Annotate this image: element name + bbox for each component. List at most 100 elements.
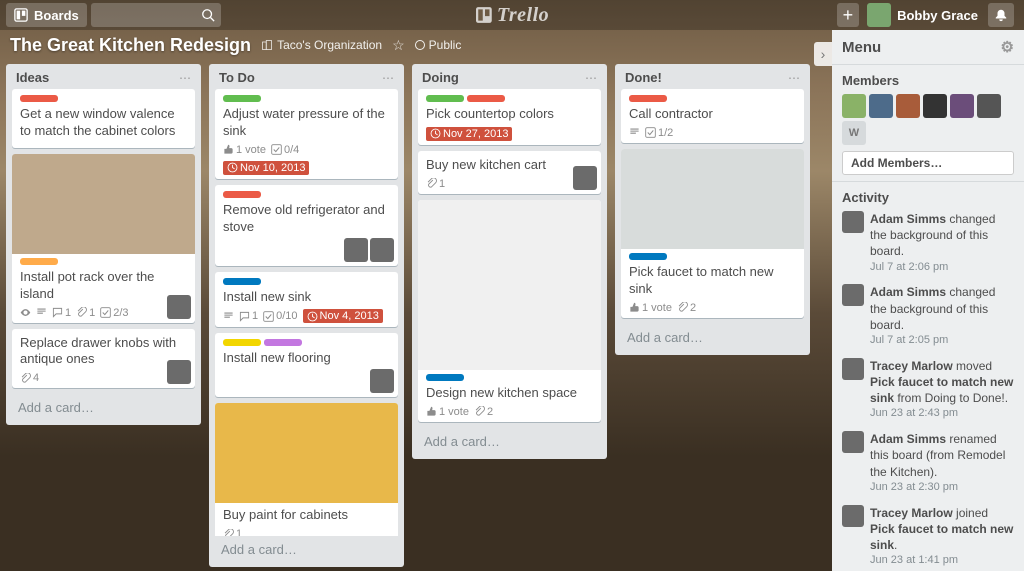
add-button[interactable]: + (837, 3, 860, 27)
card[interactable]: Buy new kitchen cart 1 (418, 151, 601, 194)
card-members (573, 166, 597, 190)
activity-time: Jul 7 at 2:05 pm (870, 333, 1014, 348)
member-avatar[interactable] (869, 94, 893, 118)
list-title[interactable]: Doing (422, 70, 459, 85)
board-org[interactable]: Taco's Organization (261, 38, 382, 52)
desc-badge (223, 311, 234, 322)
card-badges: 1/2 (629, 127, 796, 139)
activity-item: Tracey Marlow joined Pick faucet to matc… (842, 505, 1014, 568)
card-title: Pick countertop colors (426, 106, 593, 123)
user-avatar[interactable] (867, 3, 891, 27)
card-title: Adjust water pressure of the sink (223, 106, 390, 140)
member-list: W (842, 94, 1014, 145)
label-purple (264, 339, 302, 346)
user-name[interactable]: Bobby Grace (897, 8, 978, 23)
member-avatar[interactable] (896, 94, 920, 118)
member-avatar[interactable] (167, 295, 191, 319)
star-button[interactable]: ☆ (392, 37, 405, 54)
member-avatar[interactable] (842, 94, 866, 118)
card-labels (20, 258, 187, 265)
card-labels (223, 339, 390, 346)
activity-avatar[interactable] (842, 284, 864, 306)
sidebar-title: Menu (842, 39, 881, 56)
add-members-button[interactable]: Add Members… (842, 151, 1014, 175)
attach-badge: 2 (474, 406, 493, 418)
list-menu-icon[interactable]: ⋯ (788, 71, 800, 85)
card[interactable]: Install new sink 1 0/10 Nov 4, 2013 (215, 272, 398, 328)
card-title: Call contractor (629, 106, 796, 123)
member-avatar[interactable] (167, 360, 191, 384)
activity-time: Jun 23 at 1:41 pm (870, 553, 1014, 568)
attach-badge: 1 (223, 528, 242, 536)
card[interactable]: Adjust water pressure of the sink 1 vote… (215, 89, 398, 179)
card-badges: 1 0/10 Nov 4, 2013 (223, 309, 390, 323)
card-badges: 1 1 2/3 (20, 307, 187, 319)
card[interactable]: Design new kitchen space 1 vote 2 (418, 200, 601, 422)
card-badges: 1 vote 2 (629, 302, 796, 314)
search-input[interactable] (91, 3, 221, 27)
sidebar-title-row: Menu ⚙ (842, 38, 1014, 56)
card-labels (629, 95, 796, 102)
activity-avatar[interactable] (842, 358, 864, 380)
activity-item: Adam Simms changed the background of thi… (842, 211, 1014, 274)
member-avatar[interactable] (370, 238, 394, 262)
member-avatar[interactable] (573, 166, 597, 190)
card-labels (629, 253, 796, 260)
card[interactable]: Buy paint for cabinets 1 (215, 403, 398, 536)
add-card[interactable]: Add a card… (215, 536, 398, 563)
list: Doing ⋯ Pick countertop colors Nov 27, 2… (412, 64, 607, 459)
add-card[interactable]: Add a card… (621, 324, 804, 351)
watch-badge (20, 307, 31, 318)
list: Done! ⋯ Call contractor 1/2 Pick faucet t… (615, 64, 810, 355)
member-avatar[interactable] (950, 94, 974, 118)
add-card[interactable]: Add a card… (12, 394, 195, 421)
header-right: + Bobby Grace (837, 3, 1018, 27)
list-header: Doing ⋯ (418, 70, 601, 89)
due-badge: Nov 27, 2013 (426, 127, 512, 141)
card[interactable]: Pick faucet to match new sink 1 vote 2 (621, 149, 804, 318)
due-badge: Nov 4, 2013 (303, 309, 383, 323)
card-title: Replace drawer knobs with antique ones (20, 335, 187, 369)
member-avatar[interactable] (923, 94, 947, 118)
activity-avatar[interactable] (842, 505, 864, 527)
list-title[interactable]: Done! (625, 70, 662, 85)
board-title[interactable]: The Great Kitchen Redesign (10, 35, 251, 56)
activity-avatar[interactable] (842, 431, 864, 453)
card[interactable]: Remove old refrigerator and stove (215, 185, 398, 266)
checklist-badge: 0/10 (263, 310, 297, 322)
boards-button[interactable]: Boards (6, 3, 87, 27)
list-title[interactable]: Ideas (16, 70, 49, 85)
member-avatar[interactable] (370, 369, 394, 393)
global-header: Boards Trello + Bobby Grace (0, 0, 1024, 30)
sidebar: Menu ⚙ Members W Add Members… Activity A… (832, 30, 1024, 571)
card[interactable]: Pick countertop colors Nov 27, 2013 (418, 89, 601, 145)
list-menu-icon[interactable]: ⋯ (585, 71, 597, 85)
due-badge: Nov 10, 2013 (223, 161, 309, 175)
card-labels (223, 191, 390, 198)
card[interactable]: Replace drawer knobs with antique ones 4 (12, 329, 195, 389)
board-canvas: Ideas ⋯ Get a new window valence to matc… (0, 60, 832, 571)
activity-time: Jun 23 at 2:43 pm (870, 406, 1014, 421)
trello-logo[interactable]: Trello (475, 4, 549, 27)
notifications-button[interactable] (988, 3, 1014, 27)
list-menu-icon[interactable]: ⋯ (179, 71, 191, 85)
member-avatar[interactable] (977, 94, 1001, 118)
visibility-button[interactable]: Public (415, 38, 462, 52)
activity-avatar[interactable] (842, 211, 864, 233)
list-menu-icon[interactable]: ⋯ (382, 71, 394, 85)
card[interactable]: Install pot rack over the island 1 1 2/3 (12, 154, 195, 323)
add-card[interactable]: Add a card… (418, 428, 601, 455)
card[interactable]: Install new flooring (215, 333, 398, 397)
activity-heading: Activity (842, 190, 1014, 205)
member-avatar[interactable] (344, 238, 368, 262)
list-title[interactable]: To Do (219, 70, 255, 85)
label-red (629, 95, 667, 102)
label-blue (223, 278, 261, 285)
member-initial[interactable]: W (842, 121, 866, 145)
attach-badge: 4 (20, 372, 39, 384)
list-cards: Pick countertop colors Nov 27, 2013 Buy n… (418, 89, 601, 428)
card[interactable]: Get a new window valence to match the ca… (12, 89, 195, 148)
card[interactable]: Call contractor 1/2 (621, 89, 804, 143)
gear-icon[interactable]: ⚙ (1001, 38, 1014, 56)
trello-logo-text: Trello (497, 4, 549, 27)
